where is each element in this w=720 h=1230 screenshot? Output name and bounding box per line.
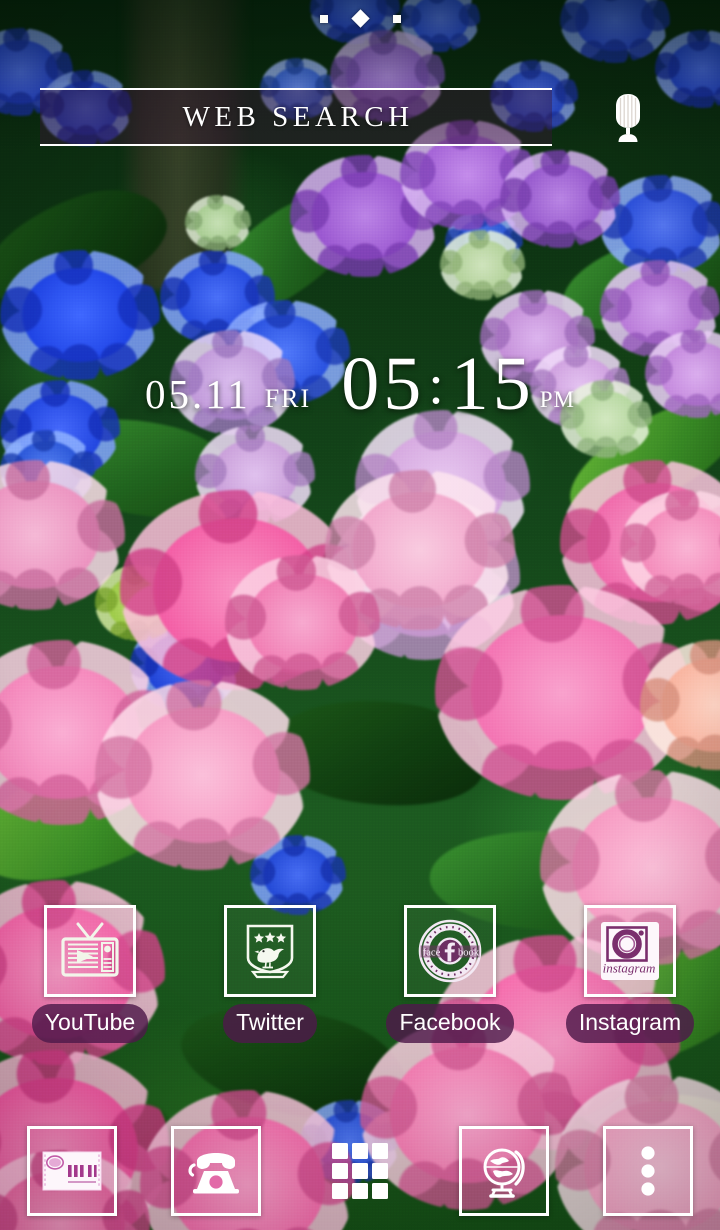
- dock-icon-frame-browser[interactable]: [459, 1126, 549, 1216]
- app-drawer-grid-icon: [332, 1143, 388, 1199]
- dock-icon-frame-more[interactable]: [603, 1126, 693, 1216]
- svg-text:book: book: [458, 948, 480, 959]
- app-shortcut-row: YouTube Twitter face book Facebook insta…: [0, 905, 720, 1045]
- desk-globe-icon: [483, 1148, 525, 1198]
- microphone-icon: [616, 94, 640, 142]
- dock-mail[interactable]: [0, 1120, 144, 1222]
- page-dot-3[interactable]: [392, 14, 401, 23]
- rotary-phone-icon: [188, 1153, 239, 1194]
- svg-text:face: face: [423, 948, 441, 959]
- envelope-stamp-icon: [42, 1151, 102, 1191]
- wallpaper: [0, 0, 720, 1230]
- clock-minute: 15: [450, 342, 535, 427]
- app-label-twitter: Twitter: [223, 1004, 317, 1043]
- dock-icon-frame-mail[interactable]: [27, 1126, 117, 1216]
- app-label-youtube: YouTube: [31, 1004, 149, 1043]
- three-dots-icon: [641, 1146, 655, 1196]
- wallpaper-top-shade: [0, 0, 720, 1230]
- app-icon-frame-youtube[interactable]: [44, 905, 136, 997]
- app-shortcut-twitter[interactable]: Twitter: [180, 905, 360, 1045]
- dock-icon-frame-phone[interactable]: [171, 1126, 261, 1216]
- dock-more[interactable]: [576, 1120, 720, 1222]
- svg-text:instagram: instagram: [603, 961, 656, 976]
- app-shortcut-instagram[interactable]: instagram Instagram: [540, 905, 720, 1045]
- bird-crest-icon: [246, 924, 294, 979]
- web-search-label: WEB SEARCH: [182, 100, 414, 133]
- clock-weekday: FRI: [264, 384, 312, 413]
- app-icon-frame-twitter[interactable]: [224, 905, 316, 997]
- app-icon-frame-instagram[interactable]: instagram: [584, 905, 676, 997]
- retro-tv-icon: [61, 922, 119, 977]
- clock-date: 05.11: [144, 371, 251, 417]
- app-label-facebook: Facebook: [386, 1004, 514, 1043]
- page-dot-1[interactable]: [319, 14, 328, 23]
- web-search-button[interactable]: WEB SEARCH: [40, 88, 552, 146]
- dock-app-drawer[interactable]: [288, 1120, 432, 1222]
- dock-phone[interactable]: [144, 1120, 288, 1222]
- app-shortcut-youtube[interactable]: YouTube: [0, 905, 180, 1045]
- voice-search-button[interactable]: [600, 86, 656, 148]
- clock-colon: :: [428, 354, 448, 417]
- dock-browser[interactable]: [432, 1120, 576, 1222]
- app-icon-frame-facebook[interactable]: face book: [404, 905, 496, 997]
- app-shortcut-facebook[interactable]: face book Facebook: [360, 905, 540, 1045]
- instagram-camera-icon: instagram: [601, 922, 659, 980]
- facebook-badge-icon: face book: [418, 919, 482, 983]
- search-widget: WEB SEARCH: [0, 88, 720, 150]
- page-indicator: [0, 9, 720, 28]
- clock-hour: 05: [341, 342, 426, 427]
- clock-ampm: PM: [539, 387, 575, 412]
- clock-widget[interactable]: 05.11 FRI 05:15 PM: [0, 320, 720, 422]
- page-dot-2[interactable]: [350, 9, 370, 28]
- dock-icon-frame-app-drawer[interactable]: [315, 1126, 405, 1216]
- app-label-instagram: Instagram: [565, 1004, 695, 1043]
- dock: [0, 1120, 720, 1222]
- clock-time: 05:15: [311, 346, 535, 422]
